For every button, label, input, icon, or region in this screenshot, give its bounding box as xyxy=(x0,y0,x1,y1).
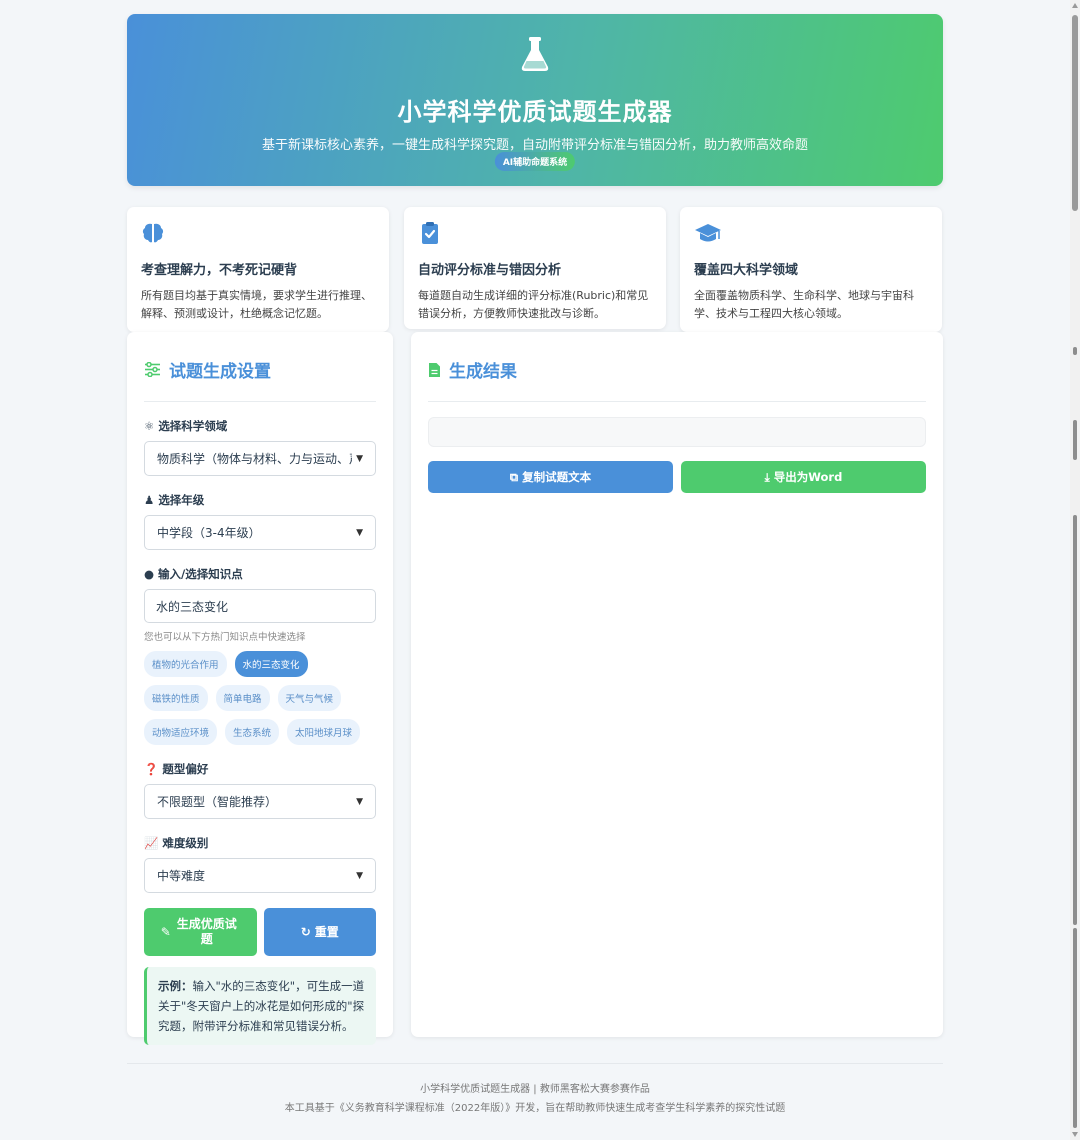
knowledge-tags: 植物的光合作用 水的三态变化 磁铁的性质 简单电路 天气与气候 动物适应环境 生… xyxy=(144,651,376,745)
footer-line1: 小学科学优质试题生成器 | 教师黑客松大赛参赛作品 xyxy=(420,1084,650,1095)
clipboard-check-icon xyxy=(422,222,438,244)
brain-icon xyxy=(142,223,164,243)
scrollbar-marker xyxy=(1073,347,1077,355)
lightbulb-icon: ● xyxy=(144,567,155,581)
domain-select[interactable]: 物质科学（物体与材料、力与运动、声 ▼ xyxy=(144,441,376,476)
feature-cards: 考查理解力，不考死记硬背 所有题目均基于真实情境，要求学生进行推理、解释、预测或… xyxy=(127,207,943,332)
scrollbar-marker xyxy=(1073,928,1077,1128)
flask-icon xyxy=(521,37,549,71)
scrollbar-marker xyxy=(1073,420,1077,460)
type-select[interactable]: 不限题型（智能推荐） ▼ xyxy=(144,784,376,819)
domain-label-text: 选择科学领域 xyxy=(158,419,228,433)
feature-title: 覆盖四大科学领域 xyxy=(694,263,799,278)
line-chart-icon: 📈 xyxy=(144,836,159,850)
knowledge-hint: 您也可以从下方热门知识点中快速选择 xyxy=(144,632,306,643)
question-circle-icon: ❓ xyxy=(144,762,159,776)
feature-desc: 全面覆盖物质科学、生命科学、地球与宇宙科学、技术与工程四大核心领域。 xyxy=(694,289,914,320)
domain-select-value: 物质科学（物体与材料、力与运动、声 xyxy=(157,452,353,466)
result-title: 生成结果 xyxy=(428,350,926,402)
copy-button-label: 复制试题文本 xyxy=(522,470,592,484)
export-word-button[interactable]: ⤓ 导出为Word xyxy=(681,461,926,493)
page-title: 小学科学优质试题生成器 xyxy=(397,98,673,126)
type-label-text: 题型偏好 xyxy=(162,762,209,776)
scroll-down-arrow[interactable] xyxy=(1072,1132,1078,1137)
type-label: ❓ 题型偏好 xyxy=(144,761,376,777)
grade-select-value: 中学段（3-4年级） xyxy=(157,526,261,540)
tag-item[interactable]: 太阳地球月球 xyxy=(287,719,361,745)
example-prefix: 示例： xyxy=(158,979,193,993)
tag-item[interactable]: 磁铁的性质 xyxy=(144,685,208,711)
refresh-icon: ↻ xyxy=(300,924,311,939)
reset-button-label: 重置 xyxy=(314,924,339,939)
sliders-icon xyxy=(145,362,160,377)
feature-card-understanding: 考查理解力，不考死记硬背 所有题目均基于真实情境，要求学生进行推理、解释、预测或… xyxy=(127,207,389,332)
grade-label: ♟ 选择年级 xyxy=(144,492,376,508)
tag-item[interactable]: 天气与气候 xyxy=(277,685,342,711)
download-icon: ⤓ xyxy=(764,469,770,484)
tag-item-active[interactable]: 水的三态变化 xyxy=(234,651,308,677)
knowledge-input[interactable]: 水的三态变化 xyxy=(144,589,376,623)
difficulty-label-text: 难度级别 xyxy=(162,836,209,850)
settings-title-text: 试题生成设置 xyxy=(169,362,271,382)
ai-badge: AI辅助命题系统 xyxy=(494,152,576,171)
tag-item[interactable]: 简单电路 xyxy=(215,685,270,711)
difficulty-select[interactable]: 中等难度 ▼ xyxy=(144,858,376,893)
difficulty-select-value: 中等难度 xyxy=(157,869,206,883)
result-buttons: ⧉ 复制试题文本 ⤓ 导出为Word xyxy=(428,461,926,493)
result-output xyxy=(428,417,926,447)
feature-desc: 所有题目均基于真实情境，要求学生进行推理、解释、预测或设计，杜绝概念记忆题。 xyxy=(141,289,372,320)
feature-card-rubric: 自动评分标准与错因分析 每道题自动生成详细的评分标准(Rubric)和常见错误分… xyxy=(404,207,666,329)
student-icon: ♟ xyxy=(144,493,155,507)
scrollbar-marker xyxy=(1073,515,1077,925)
grade-label-text: 选择年级 xyxy=(158,493,205,507)
footer: 小学科学优质试题生成器 | 教师黑客松大赛参赛作品 本工具基于《义务教育科学课程… xyxy=(127,1063,943,1114)
chevron-down-icon: ▼ xyxy=(356,527,363,538)
atom-icon: ⚛ xyxy=(144,419,155,433)
chevron-down-icon: ▼ xyxy=(356,870,363,881)
footer-line2: 本工具基于《义务教育科学课程标准（2022年版）》开发，旨在帮助教师快速生成考查… xyxy=(284,1103,786,1114)
header-banner: 小学科学优质试题生成器 基于新课标核心素养，一键生成科学探究题，自动附带评分标准… xyxy=(127,14,943,186)
graduation-cap-icon xyxy=(695,224,721,242)
tag-item[interactable]: 植物的光合作用 xyxy=(144,651,227,677)
type-select-value: 不限题型（智能推荐） xyxy=(157,795,278,809)
knowledge-label: ● 输入/选择知识点 xyxy=(144,566,376,582)
settings-panel: 试题生成设置 ⚛ 选择科学领域 物质科学（物体与材料、力与运动、声 ▼ ♟ 选择… xyxy=(127,332,393,1045)
result-panel: 生成结果 ⧉ 复制试题文本 ⤓ 导出为Word xyxy=(411,332,943,1037)
tag-item[interactable]: 动物适应环境 xyxy=(144,719,218,745)
knowledge-label-text: 输入/选择知识点 xyxy=(158,567,243,581)
export-button-label: 导出为Word xyxy=(773,470,843,484)
generate-button-label: 生成优质试题 xyxy=(176,917,237,946)
example-note: 示例：输入"水的三态变化"，可生成一道关于"冬天窗户上的冰花是如何形成的"探究题… xyxy=(144,967,376,1045)
chevron-down-icon: ▼ xyxy=(356,453,363,464)
pencil-icon: ✎ xyxy=(160,924,171,939)
reset-button[interactable]: ↻ 重置 xyxy=(263,908,376,956)
generate-button[interactable]: ✎ 生成优质试题 xyxy=(144,908,257,956)
feature-title: 考查理解力，不考死记硬背 xyxy=(141,263,298,278)
chevron-down-icon: ▼ xyxy=(356,796,363,807)
page: 小学科学优质试题生成器 基于新课标核心素养，一键生成科学探究题，自动附带评分标准… xyxy=(127,14,943,1045)
feature-card-domains: 覆盖四大科学领域 全面覆盖物质科学、生命科学、地球与宇宙科学、技术与工程四大核心… xyxy=(680,207,942,332)
difficulty-label: 📈 难度级别 xyxy=(144,835,376,851)
domain-label: ⚛ 选择科学领域 xyxy=(144,418,376,434)
result-title-text: 生成结果 xyxy=(449,362,517,382)
tag-item[interactable]: 生态系统 xyxy=(225,719,280,745)
copy-button[interactable]: ⧉ 复制试题文本 xyxy=(428,461,673,493)
feature-desc: 每道题自动生成详细的评分标准(Rubric)和常见错误分析，方便教师快速批改与诊… xyxy=(418,289,649,320)
feature-title: 自动评分标准与错因分析 xyxy=(418,263,562,278)
page-subtitle: 基于新课标核心素养，一键生成科学探究题，自动附带评分标准与错因分析，助力教师高效… xyxy=(261,138,808,153)
action-buttons: ✎ 生成优质试题 ↻ 重置 xyxy=(144,908,376,956)
settings-title: 试题生成设置 xyxy=(144,350,376,402)
grade-select[interactable]: 中学段（3-4年级） ▼ xyxy=(144,515,376,550)
scroll-up-arrow[interactable] xyxy=(1072,3,1078,8)
scrollbar-thumb[interactable] xyxy=(1072,15,1078,211)
file-icon xyxy=(429,362,440,377)
scrollbar[interactable] xyxy=(1070,0,1080,1140)
knowledge-input-value: 水的三态变化 xyxy=(156,599,229,614)
copy-icon: ⧉ xyxy=(509,469,519,484)
